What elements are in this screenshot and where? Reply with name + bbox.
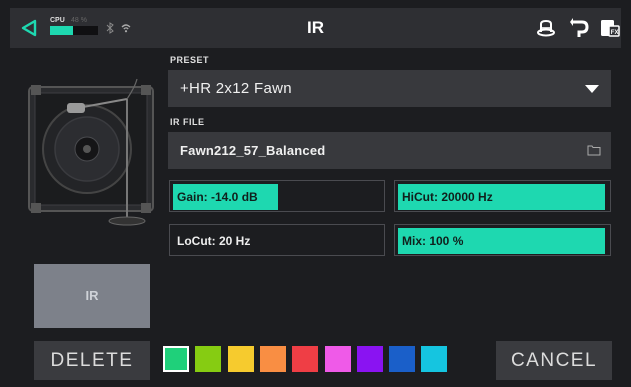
color-swatch-5[interactable] [292,346,318,372]
cancel-button[interactable]: CANCEL [496,341,612,380]
ir-file-label: IR FILE [170,117,205,127]
page-title: IR [307,18,324,37]
preset-value: +HR 2x12 Fawn [180,80,292,97]
hicut-parameter[interactable]: HiCut: 20000 Hz [394,180,611,212]
locut-label: LoCut: 20 Hz [177,234,251,248]
folder-icon [587,145,601,156]
gain-label: Gain: -14.0 dB [177,190,258,204]
speaker-cabinet-image [28,78,154,226]
svg-text:FX: FX [611,30,619,36]
mix-label: Mix: 100 % [402,234,464,248]
reload-icon[interactable] [570,17,590,39]
color-swatch-3[interactable] [228,346,254,372]
color-swatch-7[interactable] [357,346,383,372]
preset-dropdown[interactable]: +HR 2x12 Fawn [168,70,611,107]
gain-parameter[interactable]: Gain: -14.0 dB [169,180,385,212]
top-bar: CPU 48 % IR FX [10,8,621,48]
chevron-down-icon [585,85,599,93]
ir-block-label: IR [85,288,99,303]
fx-icon[interactable]: FX [600,18,620,38]
mix-parameter[interactable]: Mix: 100 % [394,224,611,256]
color-swatch-4[interactable] [260,346,286,372]
color-swatch-9[interactable] [421,346,447,372]
color-swatch-6[interactable] [325,346,351,372]
locut-parameter[interactable]: LoCut: 20 Hz [169,224,385,256]
ir-file-value: Fawn212_57_Balanced [180,143,326,158]
hat-icon[interactable] [536,18,556,38]
screen: CPU 48 % IR FX PRESET +HR 2x12 Fawn IR F… [0,0,631,387]
ir-block-tile[interactable]: IR [34,264,150,328]
ir-file-selector[interactable]: Fawn212_57_Balanced [168,132,611,169]
preset-label: PRESET [170,55,210,65]
color-swatch-2[interactable] [195,346,221,372]
color-swatch-1[interactable] [163,346,189,372]
hicut-label: HiCut: 20000 Hz [402,190,493,204]
delete-button[interactable]: DELETE [34,341,150,380]
color-swatch-8[interactable] [389,346,415,372]
